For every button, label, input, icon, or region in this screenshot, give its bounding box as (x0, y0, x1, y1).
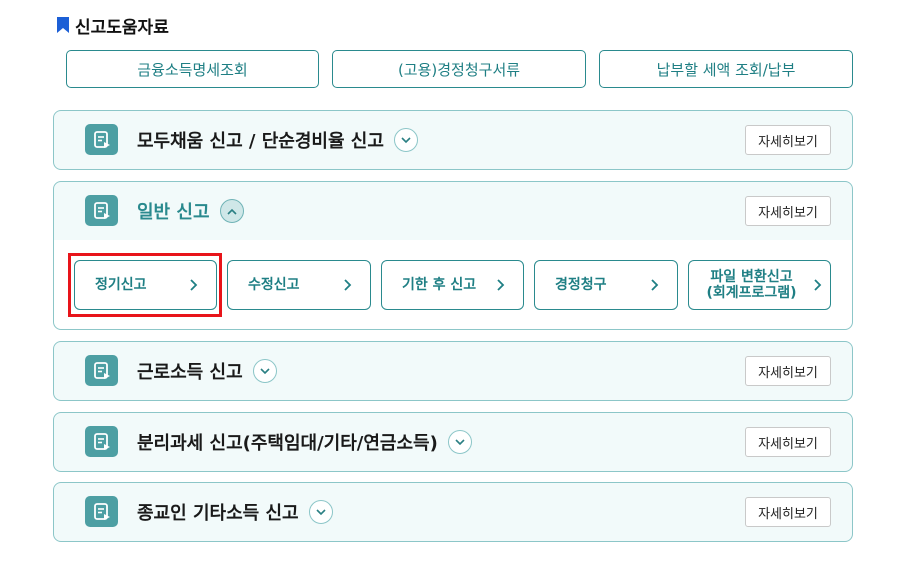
card-title: 일반 신고 (137, 202, 210, 223)
card-title: 근로소득 신고 (137, 362, 243, 383)
expand-toggle[interactable] (393, 128, 418, 152)
card-header: 종교인 기타소득 신고 자세히보기 (54, 483, 852, 541)
sub-button-label-line1: 파일 변환신고 (710, 269, 793, 285)
detail-button[interactable]: 자세히보기 (745, 196, 831, 226)
document-icon (85, 355, 118, 386)
chevron-down-icon (316, 508, 326, 515)
chevron-right-icon (497, 279, 505, 291)
amended-filing-button[interactable]: 수정신고 (227, 260, 371, 310)
sub-button-label: 기한 후 신고 (402, 277, 477, 293)
section-header: 신고도움자료 (57, 14, 169, 38)
card-general-filing: 일반 신고 자세히보기 정기신고 수정신고 기한 후 신고 경정청구 파일 변환… (53, 181, 853, 330)
employment-claim-documents-button[interactable]: (고용)경정청구서류 (332, 50, 586, 88)
tax-payment-lookup-button[interactable]: 납부할 세액 조회/납부 (599, 50, 853, 88)
card-header: 일반 신고 자세히보기 (54, 182, 852, 240)
detail-button[interactable]: 자세히보기 (745, 427, 831, 457)
collapse-toggle[interactable] (219, 199, 244, 223)
card-simple-filing: 모두채움 신고 / 단순경비율 신고 자세히보기 (53, 110, 853, 170)
card-separate-taxation-filing: 분리과세 신고(주택임대/기타/연금소득) 자세히보기 (53, 412, 853, 472)
card-header: 모두채움 신고 / 단순경비율 신고 자세히보기 (54, 111, 852, 169)
document-icon (85, 195, 118, 226)
financial-income-lookup-button[interactable]: 금융소득명세조회 (66, 50, 319, 88)
bookmark-icon (57, 17, 69, 33)
card-title: 모두채움 신고 / 단순경비율 신고 (137, 131, 384, 152)
chevron-right-icon (344, 279, 352, 291)
correction-claim-button[interactable]: 경정청구 (534, 260, 678, 310)
detail-button[interactable]: 자세히보기 (745, 125, 831, 155)
sub-button-label: 수정신고 (248, 277, 300, 293)
late-filing-button[interactable]: 기한 후 신고 (381, 260, 524, 310)
card-title: 종교인 기타소득 신고 (137, 503, 299, 524)
chevron-down-icon (401, 136, 411, 143)
chevron-down-icon (260, 367, 270, 374)
document-icon (85, 426, 118, 457)
expand-toggle[interactable] (252, 359, 277, 383)
card-header: 분리과세 신고(주택임대/기타/연금소득) 자세히보기 (54, 413, 852, 471)
chevron-down-icon (455, 438, 465, 445)
card-title: 분리과세 신고(주택임대/기타/연금소득) (137, 433, 438, 454)
detail-button[interactable]: 자세히보기 (745, 497, 831, 527)
expand-toggle[interactable] (308, 500, 333, 524)
expand-toggle[interactable] (447, 430, 472, 454)
sub-button-label-line2: (회계프로그램) (706, 285, 797, 301)
card-earned-income-filing: 근로소득 신고 자세히보기 (53, 341, 853, 401)
chevron-right-icon (814, 279, 822, 291)
card-header: 근로소득 신고 자세히보기 (54, 342, 852, 400)
chevron-right-icon (190, 279, 198, 291)
sub-button-label: 경정청구 (555, 277, 607, 293)
chevron-up-icon (226, 208, 237, 215)
detail-button[interactable]: 자세히보기 (745, 356, 831, 386)
document-icon (85, 124, 118, 155)
file-conversion-filing-button[interactable]: 파일 변환신고 (회계프로그램) (688, 260, 831, 310)
chevron-right-icon (651, 279, 659, 291)
card-religious-income-filing: 종교인 기타소득 신고 자세히보기 (53, 482, 853, 542)
sub-menu: 정기신고 수정신고 기한 후 신고 경정청구 파일 변환신고 (회계프로그램) (54, 240, 852, 329)
document-icon (85, 496, 118, 527)
section-title: 신고도움자료 (75, 17, 169, 38)
regular-filing-button[interactable]: 정기신고 (74, 260, 217, 310)
sub-button-label: 정기신고 (95, 277, 147, 293)
